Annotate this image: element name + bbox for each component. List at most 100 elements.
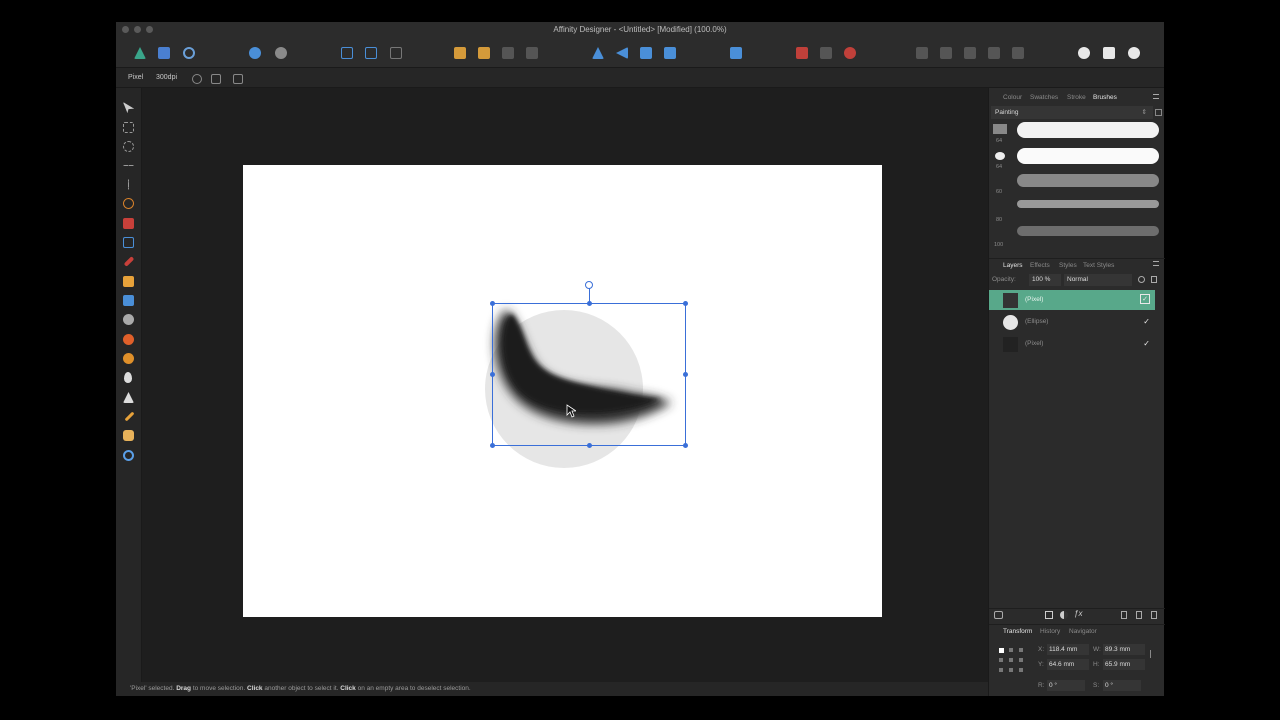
fx-icon[interactable]: ƒx [1074,609,1082,618]
resize-handle-tl[interactable] [490,301,495,306]
tab-styles[interactable]: Styles [1059,262,1077,269]
anchor-point[interactable] [1019,668,1023,672]
rotate-right-icon[interactable] [664,47,676,59]
add-pixel-layer-icon[interactable] [1136,611,1142,619]
pixel-persona-icon[interactable] [158,47,170,59]
rotate-left-icon[interactable] [640,47,652,59]
tab-colour[interactable]: Colour [1003,94,1022,101]
designer-persona-icon[interactable] [134,47,146,59]
resize-handle-tm[interactable] [587,301,592,306]
gear-icon[interactable] [1138,276,1145,283]
blend-mode-select[interactable]: Normal [1064,274,1132,286]
anchor-point[interactable] [1019,648,1023,652]
trash-icon[interactable] [1151,611,1157,619]
boolean-add-icon[interactable] [916,47,928,59]
elliptical-marquee-icon[interactable] [123,141,134,152]
dodge-icon[interactable] [123,314,134,325]
arrange-front-icon[interactable] [502,47,514,59]
burn-icon[interactable] [123,334,134,345]
brush-preset[interactable] [1017,200,1159,208]
flood-select-icon[interactable] [123,237,134,248]
width-field[interactable]: 89.3 mm [1103,644,1145,655]
brush-preset[interactable] [1017,226,1159,236]
panel-menu-icon[interactable] [1153,94,1159,99]
column-marquee-icon[interactable] [128,179,129,190]
rotation-handle[interactable] [585,281,593,289]
sponge-icon[interactable] [123,353,134,364]
align-icon[interactable] [730,47,742,59]
shear-field[interactable]: 0 ° [1103,680,1141,691]
document-setup-icon[interactable] [249,47,261,59]
resize-handle-ml[interactable] [490,372,495,377]
x-field[interactable]: 118.4 mm [1047,644,1089,655]
minimize-window-button[interactable] [134,26,141,33]
insert-inside-icon[interactable] [1078,47,1090,59]
tab-transform[interactable]: Transform [1003,628,1032,635]
sharpen-icon[interactable] [123,392,134,403]
flip-horizontal-icon[interactable] [592,47,604,59]
adjustment-icon[interactable] [1060,611,1068,619]
layer-row-pixel[interactable]: (Pixel) ✓ [989,334,1155,354]
pixel-tool-icon[interactable] [123,276,134,287]
tab-brushes[interactable]: Brushes [1093,94,1117,101]
mask-icon[interactable] [1045,611,1053,619]
opacity-field[interactable]: 100 % [1029,274,1061,286]
anchor-selector[interactable] [999,648,1025,674]
brush-preset[interactable] [1017,148,1159,164]
canvas-area[interactable] [142,88,988,682]
panel-menu-icon[interactable] [1153,261,1159,266]
tab-effects[interactable]: Effects [1030,262,1050,269]
anchor-point[interactable] [1009,658,1013,662]
brush-preset[interactable] [1017,122,1159,138]
grid-snap-icon[interactable] [796,47,808,59]
visibility-check-icon[interactable]: ✓ [1143,334,1150,354]
layer-row-ellipse[interactable]: (Ellipse) ✓ [989,312,1155,332]
layer-stack-icon[interactable] [994,611,1003,619]
boolean-xor-icon[interactable] [988,47,1000,59]
tab-text-styles[interactable]: Text Styles [1083,262,1114,269]
hand-tool-icon[interactable] [123,430,134,441]
row-marquee-icon[interactable] [123,165,134,166]
magnet-icon[interactable] [844,47,856,59]
boolean-divide-icon[interactable] [1012,47,1024,59]
transform-origin-icon[interactable] [192,74,202,84]
visibility-check-icon[interactable]: ✓ [1143,312,1150,332]
resize-handle-bm[interactable] [587,443,592,448]
add-layer-icon[interactable] [1121,611,1127,619]
smudge-icon[interactable] [124,411,135,422]
export-persona-icon[interactable] [183,47,195,59]
resize-handle-tr[interactable] [683,301,688,306]
anchor-point[interactable] [999,668,1003,672]
tab-swatches[interactable]: Swatches [1030,94,1058,101]
flood-fill-icon[interactable] [123,295,134,306]
brush-options-icon[interactable] [1155,109,1162,116]
selection-brush-icon[interactable] [123,218,134,229]
selection-box[interactable] [492,303,686,446]
snapping-icon[interactable] [341,47,353,59]
rectangular-marquee-icon[interactable] [123,122,134,133]
anchor-point[interactable] [1009,668,1013,672]
arrange-top-icon[interactable] [526,47,538,59]
tab-navigator[interactable]: Navigator [1069,628,1097,635]
insert-behind-icon[interactable] [1103,47,1115,59]
view-mode-icon[interactable] [365,47,377,59]
close-window-button[interactable] [122,26,129,33]
lock-icon[interactable] [1151,276,1157,283]
anchor-point[interactable] [999,658,1003,662]
tab-layers[interactable]: Layers [1003,262,1023,269]
height-field[interactable]: 65.9 mm [1103,659,1145,670]
resize-handle-mr[interactable] [683,372,688,377]
snap-options-icon[interactable] [820,47,832,59]
paint-brush-icon[interactable] [123,256,135,267]
freehand-selection-icon[interactable] [123,198,134,209]
flip-vertical-icon[interactable] [616,47,628,59]
blur-icon[interactable] [124,372,132,383]
rotate-selection-icon[interactable] [233,74,243,84]
y-field[interactable]: 64.6 mm [1047,659,1089,670]
tab-history[interactable]: History [1040,628,1060,635]
preferences-icon[interactable] [275,47,287,59]
boolean-intersect-icon[interactable] [964,47,976,59]
selection-icon[interactable] [211,74,221,84]
anchor-point[interactable] [1019,658,1023,662]
anchor-point[interactable] [1009,648,1013,652]
